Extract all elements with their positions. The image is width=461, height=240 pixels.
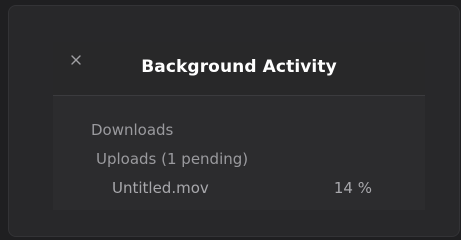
uploads-section[interactable]: Uploads (1 pending)	[96, 150, 248, 168]
panel-header: Background Activity	[53, 42, 425, 96]
upload-item[interactable]: Untitled.mov 14 %	[112, 179, 372, 201]
upload-file-name: Untitled.mov	[112, 179, 209, 197]
downloads-section[interactable]: Downloads	[91, 121, 173, 139]
background-activity-panel: Background Activity Downloads Uploads (1…	[53, 42, 425, 210]
panel-title: Background Activity	[141, 57, 337, 77]
upload-progress-text: 14 %	[333, 179, 372, 197]
